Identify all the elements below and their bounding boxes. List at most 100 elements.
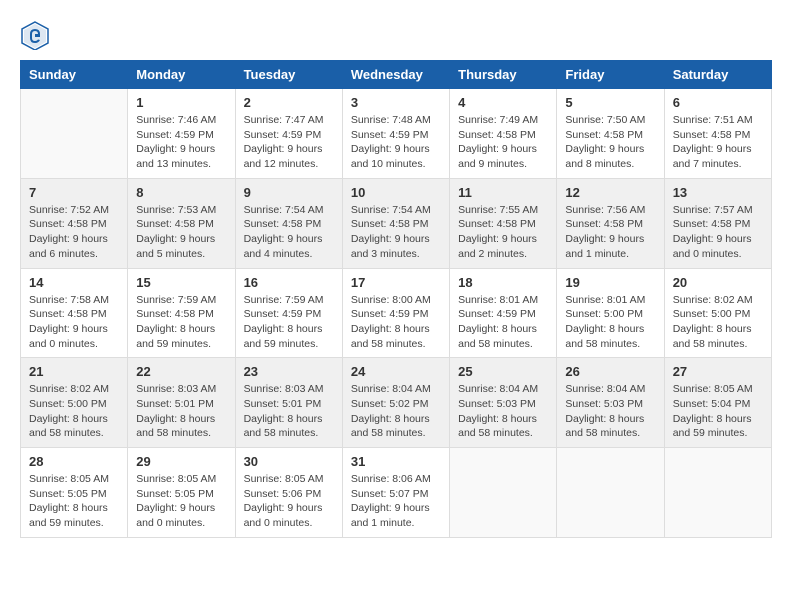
day-number: 14 [29, 275, 119, 290]
calendar-cell: 10 Sunrise: 7:54 AMSunset: 4:58 PMDayligh… [342, 178, 449, 268]
calendar-cell: 9 Sunrise: 7:54 AMSunset: 4:58 PMDaylight… [235, 178, 342, 268]
day-number: 28 [29, 454, 119, 469]
day-number: 13 [673, 185, 763, 200]
day-info: Sunrise: 7:54 AMSunset: 4:58 PMDaylight:… [244, 203, 334, 262]
day-info: Sunrise: 7:59 AMSunset: 4:59 PMDaylight:… [244, 293, 334, 352]
calendar-cell: 16 Sunrise: 7:59 AMSunset: 4:59 PMDayligh… [235, 268, 342, 358]
day-number: 1 [136, 95, 226, 110]
logo-icon [20, 20, 50, 50]
day-number: 3 [351, 95, 441, 110]
calendar-cell: 13 Sunrise: 7:57 AMSunset: 4:58 PMDayligh… [664, 178, 771, 268]
day-info: Sunrise: 7:54 AMSunset: 4:58 PMDaylight:… [351, 203, 441, 262]
day-info: Sunrise: 7:53 AMSunset: 4:58 PMDaylight:… [136, 203, 226, 262]
day-info: Sunrise: 8:05 AMSunset: 5:05 PMDaylight:… [136, 472, 226, 531]
day-header-saturday: Saturday [664, 61, 771, 89]
day-number: 6 [673, 95, 763, 110]
calendar-cell: 7 Sunrise: 7:52 AMSunset: 4:58 PMDaylight… [21, 178, 128, 268]
calendar-cell: 29 Sunrise: 8:05 AMSunset: 5:05 PMDayligh… [128, 448, 235, 538]
calendar-cell: 25Sunrise: 8:04 AMSunset: 5:03 PMDayligh… [450, 358, 557, 448]
calendar-header-row: SundayMondayTuesdayWednesdayThursdayFrid… [21, 61, 772, 89]
day-header-wednesday: Wednesday [342, 61, 449, 89]
day-header-tuesday: Tuesday [235, 61, 342, 89]
calendar-cell: 20 Sunrise: 8:02 AMSunset: 5:00 PMDayligh… [664, 268, 771, 358]
day-info: Sunrise: 8:01 AMSunset: 5:00 PMDaylight:… [565, 293, 655, 352]
calendar-cell: 15 Sunrise: 7:59 AMSunset: 4:58 PMDayligh… [128, 268, 235, 358]
day-number: 21 [29, 364, 119, 379]
day-info: Sunrise: 8:06 AMSunset: 5:07 PMDaylight:… [351, 472, 441, 531]
calendar-cell: 3 Sunrise: 7:48 AMSunset: 4:59 PMDaylight… [342, 89, 449, 179]
day-number: 7 [29, 185, 119, 200]
day-number: 24 [351, 364, 441, 379]
day-info: Sunrise: 7:46 AMSunset: 4:59 PMDaylight:… [136, 113, 226, 172]
day-info: Sunrise: 8:00 AMSunset: 4:59 PMDaylight:… [351, 293, 441, 352]
calendar-table: SundayMondayTuesdayWednesdayThursdayFrid… [20, 60, 772, 538]
day-number: 9 [244, 185, 334, 200]
calendar-cell: 5 Sunrise: 7:50 AMSunset: 4:58 PMDaylight… [557, 89, 664, 179]
day-number: 15 [136, 275, 226, 290]
day-number: 12 [565, 185, 655, 200]
calendar-cell: 2 Sunrise: 7:47 AMSunset: 4:59 PMDaylight… [235, 89, 342, 179]
calendar-cell: 17Sunrise: 8:00 AMSunset: 4:59 PMDayligh… [342, 268, 449, 358]
calendar-week-row: 28 Sunrise: 8:05 AMSunset: 5:05 PMDayligh… [21, 448, 772, 538]
calendar-cell: 19 Sunrise: 8:01 AMSunset: 5:00 PMDayligh… [557, 268, 664, 358]
day-info: Sunrise: 7:57 AMSunset: 4:58 PMDaylight:… [673, 203, 763, 262]
day-number: 30 [244, 454, 334, 469]
day-info: Sunrise: 7:55 AMSunset: 4:58 PMDaylight:… [458, 203, 548, 262]
calendar-cell: 23 Sunrise: 8:03 AMSunset: 5:01 PMDayligh… [235, 358, 342, 448]
day-number: 5 [565, 95, 655, 110]
day-number: 4 [458, 95, 548, 110]
calendar-cell: 31 Sunrise: 8:06 AMSunset: 5:07 PMDayligh… [342, 448, 449, 538]
day-number: 23 [244, 364, 334, 379]
day-info: Sunrise: 8:02 AMSunset: 5:00 PMDaylight:… [673, 293, 763, 352]
day-info: Sunrise: 7:58 AMSunset: 4:58 PMDaylight:… [29, 293, 119, 352]
calendar-cell: 12 Sunrise: 7:56 AMSunset: 4:58 PMDayligh… [557, 178, 664, 268]
calendar-week-row: 14 Sunrise: 7:58 AMSunset: 4:58 PMDayligh… [21, 268, 772, 358]
day-number: 10 [351, 185, 441, 200]
day-info: Sunrise: 8:01 AMSunset: 4:59 PMDaylight:… [458, 293, 548, 352]
calendar-week-row: 1 Sunrise: 7:46 AMSunset: 4:59 PMDaylight… [21, 89, 772, 179]
day-number: 29 [136, 454, 226, 469]
day-number: 22 [136, 364, 226, 379]
day-number: 27 [673, 364, 763, 379]
day-info: Sunrise: 8:04 AMSunset: 5:03 PMDaylight:… [565, 382, 655, 441]
day-info: Sunrise: 7:50 AMSunset: 4:58 PMDaylight:… [565, 113, 655, 172]
day-number: 25 [458, 364, 548, 379]
day-number: 2 [244, 95, 334, 110]
day-number: 18 [458, 275, 548, 290]
calendar-cell: 21 Sunrise: 8:02 AMSunset: 5:00 PMDayligh… [21, 358, 128, 448]
day-number: 31 [351, 454, 441, 469]
day-info: Sunrise: 7:51 AMSunset: 4:58 PMDaylight:… [673, 113, 763, 172]
day-info: Sunrise: 7:52 AMSunset: 4:58 PMDaylight:… [29, 203, 119, 262]
calendar-cell: 30 Sunrise: 8:05 AMSunset: 5:06 PMDayligh… [235, 448, 342, 538]
calendar-cell: 1 Sunrise: 7:46 AMSunset: 4:59 PMDaylight… [128, 89, 235, 179]
day-info: Sunrise: 7:47 AMSunset: 4:59 PMDaylight:… [244, 113, 334, 172]
day-info: Sunrise: 8:05 AMSunset: 5:06 PMDaylight:… [244, 472, 334, 531]
day-header-friday: Friday [557, 61, 664, 89]
day-number: 19 [565, 275, 655, 290]
day-number: 20 [673, 275, 763, 290]
day-info: Sunrise: 8:05 AMSunset: 5:04 PMDaylight:… [673, 382, 763, 441]
day-info: Sunrise: 7:56 AMSunset: 4:58 PMDaylight:… [565, 203, 655, 262]
day-number: 8 [136, 185, 226, 200]
day-header-monday: Monday [128, 61, 235, 89]
calendar-cell [557, 448, 664, 538]
calendar-cell: 8 Sunrise: 7:53 AMSunset: 4:58 PMDaylight… [128, 178, 235, 268]
day-info: Sunrise: 7:59 AMSunset: 4:58 PMDaylight:… [136, 293, 226, 352]
calendar-cell [664, 448, 771, 538]
calendar-cell [450, 448, 557, 538]
calendar-week-row: 21 Sunrise: 8:02 AMSunset: 5:00 PMDayligh… [21, 358, 772, 448]
day-info: Sunrise: 7:48 AMSunset: 4:59 PMDaylight:… [351, 113, 441, 172]
day-number: 16 [244, 275, 334, 290]
day-info: Sunrise: 8:03 AMSunset: 5:01 PMDaylight:… [244, 382, 334, 441]
calendar-cell: 28 Sunrise: 8:05 AMSunset: 5:05 PMDayligh… [21, 448, 128, 538]
calendar-cell: 11Sunrise: 7:55 AMSunset: 4:58 PMDayligh… [450, 178, 557, 268]
day-info: Sunrise: 8:05 AMSunset: 5:05 PMDaylight:… [29, 472, 119, 531]
calendar-cell [21, 89, 128, 179]
calendar-cell: 6 Sunrise: 7:51 AMSunset: 4:58 PMDaylight… [664, 89, 771, 179]
day-header-sunday: Sunday [21, 61, 128, 89]
day-info: Sunrise: 8:02 AMSunset: 5:00 PMDaylight:… [29, 382, 119, 441]
day-info: Sunrise: 7:49 AMSunset: 4:58 PMDaylight:… [458, 113, 548, 172]
day-info: Sunrise: 8:04 AMSunset: 5:02 PMDaylight:… [351, 382, 441, 441]
day-header-thursday: Thursday [450, 61, 557, 89]
day-number: 26 [565, 364, 655, 379]
